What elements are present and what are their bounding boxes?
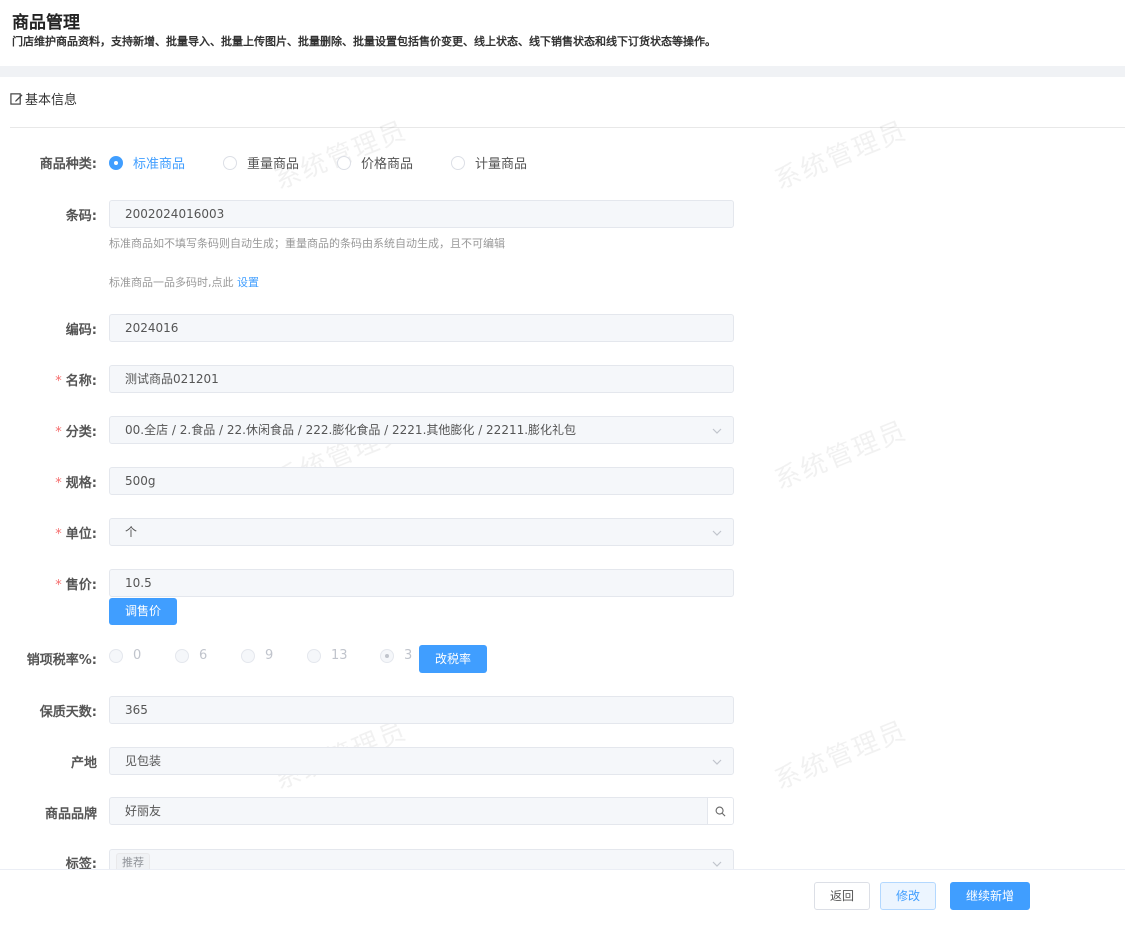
unit-select[interactable]: 个: [109, 518, 734, 546]
product-edit-page: 商品管理 门店维护商品资料，支持新增、批量导入、批量上传图片、批量删除、批量设置…: [0, 0, 1125, 929]
radio-circle: [451, 155, 465, 170]
category-label: * 分类:: [55, 425, 97, 440]
radio-tax-6[interactable]: 6: [175, 648, 207, 663]
spec-input[interactable]: 500g: [109, 467, 734, 495]
radio-weight-product[interactable]: 重量商品: [223, 153, 299, 172]
radio-tax-13[interactable]: 13: [307, 648, 348, 663]
radio-circle: [109, 648, 123, 663]
page-title: 商品管理: [12, 13, 80, 33]
page-header: 商品管理 门店维护商品资料，支持新增、批量导入、批量上传图片、批量删除、批量设置…: [0, 0, 1125, 66]
radio-tax-9[interactable]: 9: [241, 648, 273, 663]
continue-add-button[interactable]: 继续新增: [950, 882, 1030, 910]
category-select[interactable]: 00.全店 / 2.食品 / 22.休闲食品 / 222.膨化食品 / 2221…: [109, 416, 734, 444]
watermark: 系统管理员: [770, 415, 912, 496]
edit-icon: [10, 93, 23, 105]
code-input[interactable]: 2024016: [109, 314, 734, 342]
radio-circle: [109, 155, 123, 170]
spec-label: * 规格:: [55, 476, 97, 491]
watermark: 系统管理员: [770, 715, 912, 796]
price-label: * 售价:: [55, 578, 97, 593]
section-title: 基本信息: [25, 93, 78, 108]
shelf-life-input[interactable]: 365: [109, 696, 734, 724]
origin-select[interactable]: 见包装: [109, 747, 734, 775]
origin-label: 产地: [70, 756, 97, 771]
multi-barcode-settings-link[interactable]: 设置: [237, 276, 259, 289]
change-tax-rate-button[interactable]: 改税率: [419, 645, 487, 673]
barcode-label: 条码:: [65, 209, 97, 224]
section-divider: [10, 127, 1125, 128]
barcode-hint: 标准商品如不填写条码则自动生成；重量商品的条码由系统自动生成，且不可编辑: [109, 237, 505, 250]
radio-tax-3[interactable]: 3: [380, 648, 412, 663]
edit-button[interactable]: 修改: [880, 882, 936, 910]
form-footer: 返回 修改 继续新增: [0, 869, 1125, 929]
price-input[interactable]: 10.5: [109, 569, 734, 597]
radio-circle: [241, 648, 255, 663]
radio-circle: [175, 648, 189, 663]
shelf-life-label: 保质天数:: [39, 705, 97, 720]
chevron-down-icon: [712, 428, 722, 434]
name-input[interactable]: 测试商品021201: [109, 365, 734, 393]
radio-metered-product[interactable]: 计量商品: [451, 153, 527, 172]
back-button[interactable]: 返回: [814, 882, 870, 910]
multi-barcode-hint: 标准商品一品多码时,点此 设置: [109, 276, 259, 289]
radio-standard-product[interactable]: 标准商品: [109, 153, 185, 172]
radio-circle: [337, 155, 351, 170]
tax-rate-label: 销项税率%:: [26, 653, 97, 668]
watermark: 系统管理员: [770, 115, 912, 196]
radio-circle: [223, 155, 237, 170]
radio-price-product[interactable]: 价格商品: [337, 153, 413, 172]
chevron-down-icon: [712, 530, 722, 536]
brand-search-button[interactable]: [707, 798, 733, 824]
search-icon: [715, 806, 726, 816]
code-label: 编码:: [65, 323, 97, 338]
radio-circle: [380, 648, 394, 663]
product-type-label: 商品种类:: [39, 157, 97, 172]
name-label: * 名称:: [55, 374, 97, 389]
unit-label: * 单位:: [55, 527, 97, 542]
radio-tax-0[interactable]: 0: [109, 648, 141, 663]
barcode-input[interactable]: 2002024016003: [109, 200, 734, 228]
brand-label: 商品品牌: [44, 807, 97, 822]
page-description: 门店维护商品资料，支持新增、批量导入、批量上传图片、批量删除、批量设置包括售价变…: [12, 35, 716, 48]
brand-input[interactable]: 好丽友: [109, 797, 734, 825]
chevron-down-icon: [712, 759, 722, 765]
adjust-price-button[interactable]: 调售价: [109, 598, 177, 625]
header-separator: [0, 66, 1125, 77]
section-basic-info: 基本信息: [10, 89, 77, 108]
radio-circle: [307, 648, 321, 663]
